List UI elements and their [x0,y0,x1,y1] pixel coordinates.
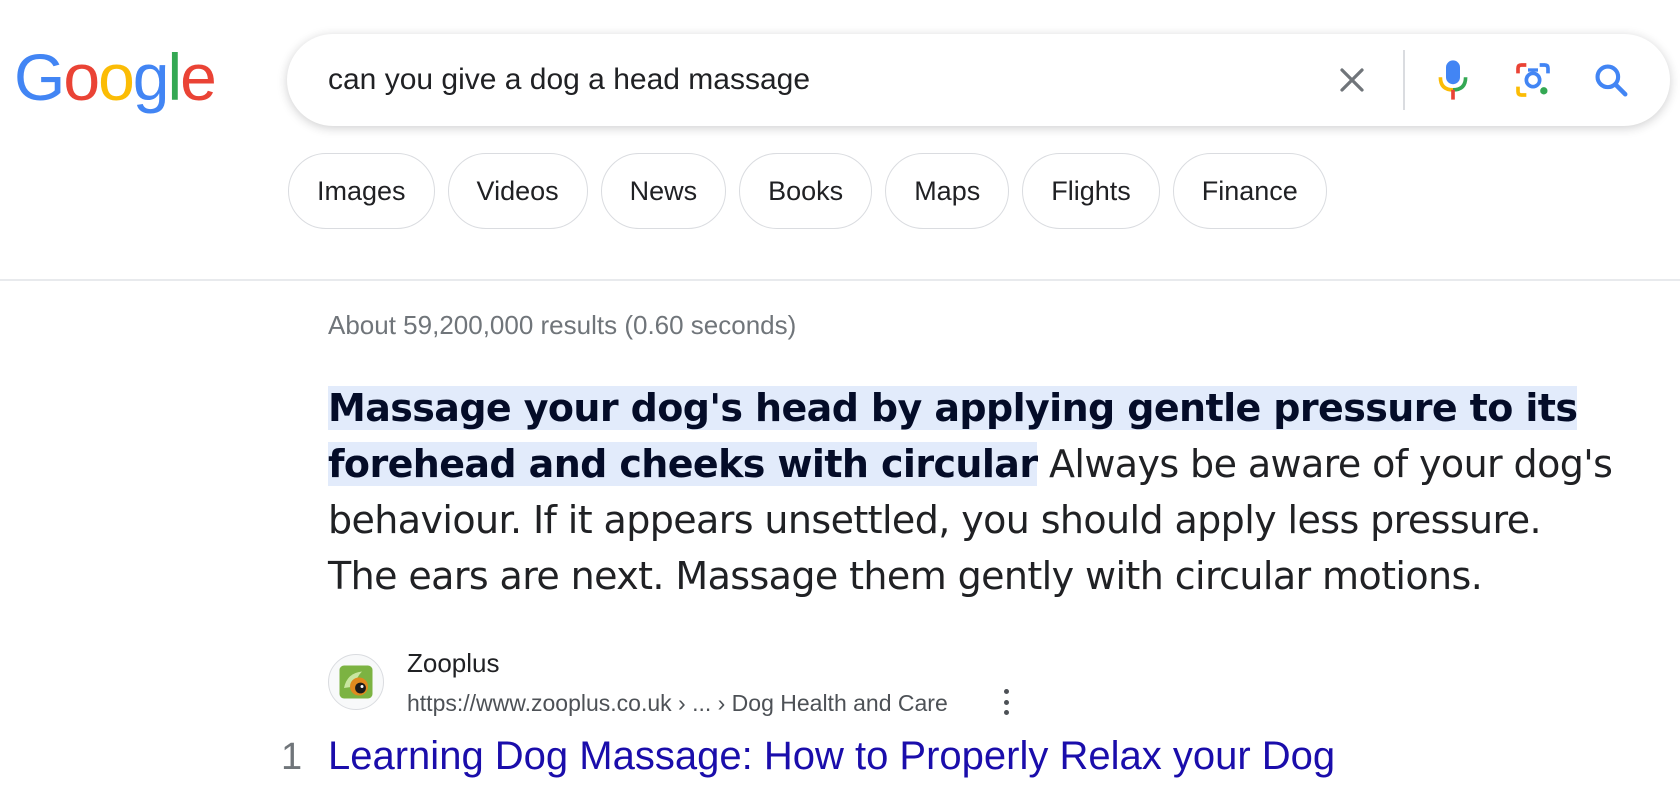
logo-letter: o [63,40,100,114]
more-options-icon[interactable] [994,687,1018,717]
header-divider [0,279,1680,281]
chip-books[interactable]: Books [739,153,873,229]
lens-search-button[interactable] [1509,56,1557,104]
zooplus-logo-icon [339,665,373,699]
chip-videos[interactable]: Videos [447,153,588,229]
result-title-link[interactable]: Learning Dog Massage: How to Properly Re… [328,734,1335,779]
search-divider [1403,50,1405,110]
voice-search-button[interactable] [1429,56,1477,104]
logo-letter: g [132,40,170,114]
site-name[interactable]: Zooplus [407,648,500,679]
search-icon [1595,64,1628,97]
chip-flights[interactable]: Flights [1022,153,1160,229]
chip-images[interactable]: Images [288,153,435,229]
logo-letter: o [98,40,135,114]
search-box [287,34,1670,126]
site-url[interactable]: https://www.zooplus.co.uk › ... › Dog He… [407,690,948,717]
chip-maps[interactable]: Maps [885,153,1010,229]
google-logo[interactable]: Google [14,40,217,114]
result-stats: About 59,200,000 results (0.60 seconds) [328,310,797,340]
camera-lens-icon [1516,63,1550,97]
site-favicon[interactable] [328,654,384,710]
logo-letter: G [14,40,65,114]
filter-chips: Images Videos News Books Maps Flights Fi… [288,153,1327,229]
logo-letter: e [180,40,217,114]
search-input[interactable] [328,60,1248,100]
chip-finance[interactable]: Finance [1172,153,1327,229]
clear-button[interactable] [1328,56,1376,104]
logo-letter: l [167,40,183,114]
chip-news[interactable]: News [600,153,727,229]
featured-snippet: Massage your dog's head by applying gent… [328,380,1618,604]
search-button[interactable] [1587,56,1635,104]
microphone-icon [1438,60,1468,100]
result-rank: 1 [281,736,303,778]
close-icon [1340,68,1364,92]
